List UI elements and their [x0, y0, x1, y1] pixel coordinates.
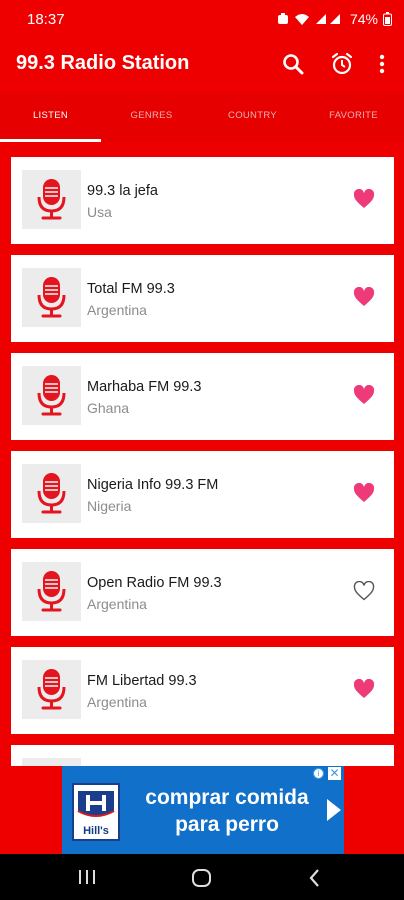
station-thumbnail	[22, 758, 81, 766]
signal-icon	[315, 13, 345, 25]
system-nav-bar	[0, 854, 404, 900]
heart-icon[interactable]	[353, 385, 377, 407]
heart-outline-icon[interactable]	[353, 581, 377, 603]
microphone-icon	[37, 179, 66, 220]
microphone-icon	[37, 277, 66, 318]
station-country: Argentina	[87, 596, 147, 612]
ad-brand-logo: Hill's	[72, 783, 120, 841]
station-thumbnail	[22, 366, 81, 425]
station-card[interactable]: Total FM 99.3 Argentina	[11, 255, 394, 342]
station-card-partial[interactable]	[11, 745, 394, 766]
ad-headline: comprar comida para perro	[132, 784, 322, 838]
notification-icon	[277, 13, 289, 25]
station-card[interactable]: 99.3 la jefa Usa	[11, 157, 394, 244]
ad-headline-line1: comprar comida	[145, 786, 309, 809]
back-icon[interactable]	[305, 867, 329, 889]
alarm-icon[interactable]	[330, 52, 356, 78]
station-thumbnail	[22, 660, 81, 719]
app-bar: 99.3 Radio Station	[0, 40, 404, 92]
status-bar: 18:37 74%	[0, 0, 404, 40]
microphone-icon	[37, 669, 66, 710]
heart-icon[interactable]	[353, 679, 377, 701]
battery-percent: 74%	[349, 11, 378, 27]
station-thumbnail	[22, 268, 81, 327]
tab-genres[interactable]: GENRES	[101, 92, 202, 142]
station-country: Argentina	[87, 694, 147, 710]
tab-listen[interactable]: LISTEN	[0, 92, 101, 142]
station-name: Total FM 99.3	[87, 281, 175, 297]
station-name: Nigeria Info 99.3 FM	[87, 477, 219, 493]
ad-banner[interactable]: Hill's comprar comida para perro i ✕	[62, 766, 344, 854]
ad-headline-line2: para perro	[175, 813, 279, 836]
more-vert-icon[interactable]	[372, 52, 398, 78]
station-thumbnail	[22, 464, 81, 523]
microphone-icon	[37, 571, 66, 612]
recent-apps-icon[interactable]	[76, 867, 100, 889]
heart-icon[interactable]	[353, 189, 377, 211]
station-card[interactable]: Open Radio FM 99.3 Argentina	[11, 549, 394, 636]
station-country: Nigeria	[87, 498, 132, 514]
station-country: Ghana	[87, 400, 130, 416]
hills-logo-icon	[77, 791, 115, 817]
station-name: Marhaba FM 99.3	[87, 379, 202, 395]
tab-bar: LISTEN GENRES COUNTRY FAVORITE	[0, 92, 404, 142]
status-icons: 74%	[277, 11, 392, 27]
station-list[interactable]: 99.3 la jefa Usa Total FM 99.3 Argentina…	[0, 142, 404, 766]
search-icon[interactable]	[281, 52, 307, 78]
station-name: Open Radio FM 99.3	[87, 575, 222, 591]
station-card[interactable]: Marhaba FM 99.3 Ghana	[11, 353, 394, 440]
heart-icon[interactable]	[353, 483, 377, 505]
station-card[interactable]: Nigeria Info 99.3 FM Nigeria	[11, 451, 394, 538]
ad-brand-name: Hill's	[83, 825, 109, 837]
heart-icon[interactable]	[353, 287, 377, 309]
battery-icon	[383, 12, 392, 26]
ad-info-icon[interactable]: i	[313, 768, 324, 779]
app-title: 99.3 Radio Station	[16, 52, 190, 74]
station-name: 99.3 la jefa	[87, 183, 158, 199]
station-thumbnail	[22, 170, 81, 229]
tab-country[interactable]: COUNTRY	[202, 92, 303, 142]
station-thumbnail	[22, 562, 81, 621]
tab-favorite[interactable]: FAVORITE	[303, 92, 404, 142]
home-icon[interactable]	[190, 867, 214, 889]
status-time: 18:37	[27, 11, 65, 28]
station-name: FM Libertad 99.3	[87, 673, 197, 689]
wifi-icon	[294, 13, 310, 26]
ad-close-icon[interactable]: ✕	[328, 767, 341, 780]
station-country: Argentina	[87, 302, 147, 318]
station-country: Usa	[87, 204, 112, 220]
microphone-icon	[37, 375, 66, 416]
ad-arrow-icon[interactable]	[327, 799, 341, 821]
microphone-icon	[37, 473, 66, 514]
station-card[interactable]: FM Libertad 99.3 Argentina	[11, 647, 394, 734]
